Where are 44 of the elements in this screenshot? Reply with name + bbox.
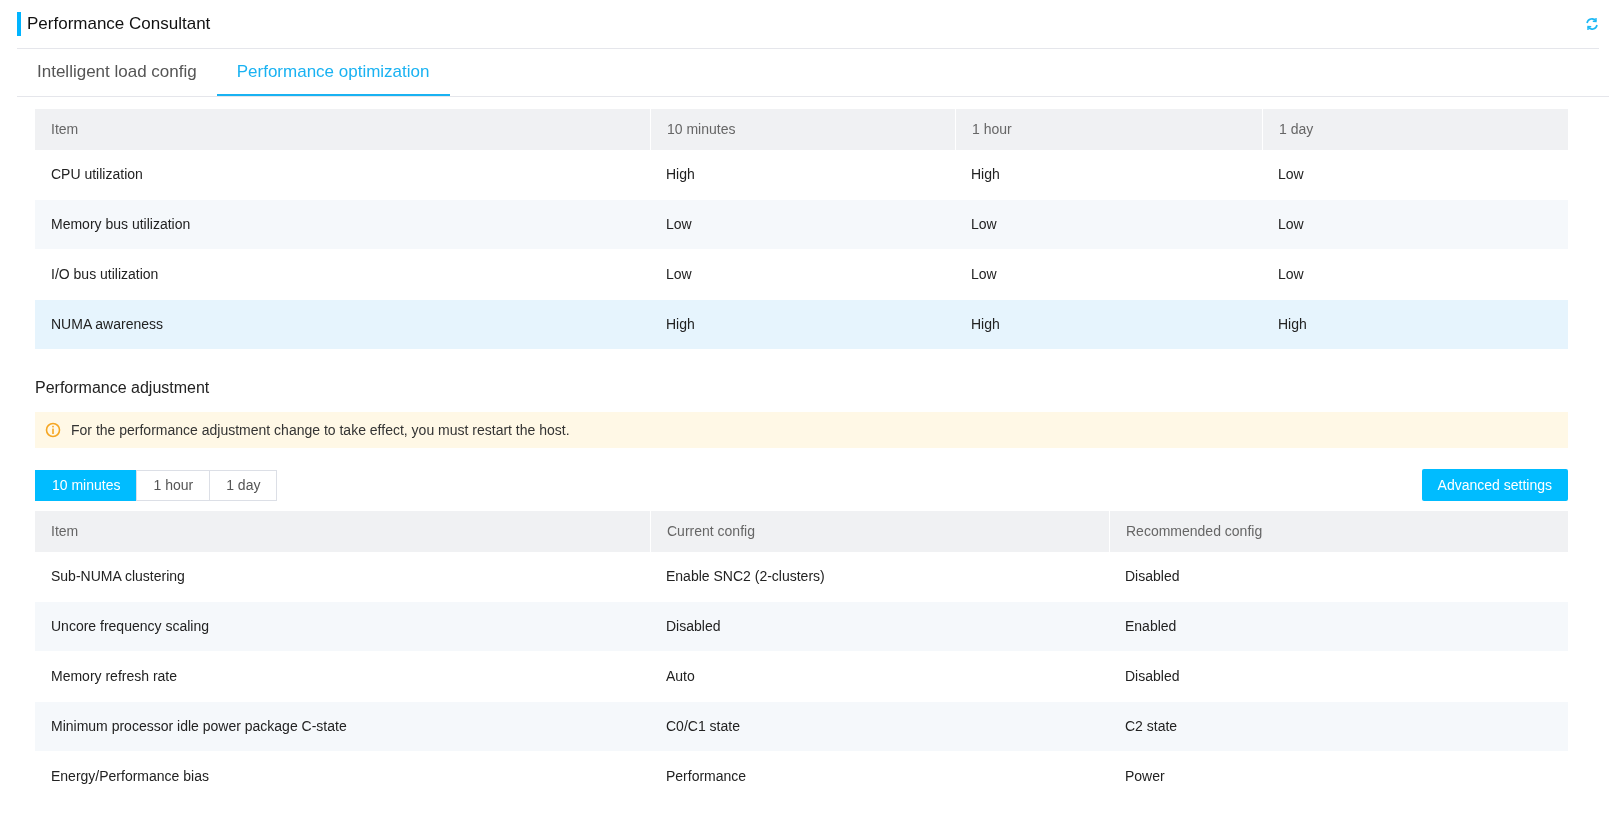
period-button[interactable]: 1 hour <box>136 469 211 501</box>
column-header: Item <box>50 120 80 139</box>
table-cell-text: Power <box>1124 767 1166 786</box>
table-cell-text: Low <box>970 215 998 234</box>
table-cell-text: Low <box>665 215 693 234</box>
refresh-icon[interactable] <box>1585 17 1599 31</box>
page-title: Performance Consultant <box>27 13 211 36</box>
table-cell-text: Energy/Performance bias <box>50 767 210 786</box>
table-cell-text: High <box>1277 315 1308 334</box>
table-row[interactable]: NUMA awareness High High High <box>35 300 1568 350</box>
table-cell-text: CPU utilization <box>50 165 144 184</box>
table-cell-text: High <box>970 315 1001 334</box>
table-cell-text: Performance <box>665 767 748 786</box>
table-cell-text: Sub-NUMA clustering <box>50 567 186 586</box>
table-cell-text: Disabled <box>1124 667 1181 686</box>
info-icon <box>45 422 61 438</box>
table-cell-text: Low <box>1277 165 1305 184</box>
table-cell-text: Low <box>970 265 998 284</box>
table-cell-text: High <box>970 165 1001 184</box>
table-cell-text: Disabled <box>1124 567 1181 586</box>
alert-message: For the performance adjustment change to take effect, you must restart the host. <box>71 420 570 440</box>
table-cell-text: Auto <box>665 667 696 686</box>
title-accent-bar <box>17 12 21 36</box>
table-cell-text: Minimum processor idle power package C-state <box>50 717 348 736</box>
tab[interactable]: Intelligent load config <box>17 49 217 96</box>
table-cell-text: High <box>665 315 696 334</box>
table-cell-text: Low <box>665 265 693 284</box>
table-cell-text: NUMA awareness <box>50 315 165 334</box>
table-cell-text: Memory bus utilization <box>50 215 192 234</box>
table-cell-text: Uncore frequency scaling <box>50 617 210 636</box>
table-cell-text: Enable SNC2 (2-clusters) <box>665 567 826 586</box>
column-header: Item <box>50 522 80 541</box>
table-cell-text: Low <box>1277 265 1305 284</box>
table-cell-text: Enabled <box>1124 617 1178 636</box>
table-cell-text: C0/C1 state <box>665 717 741 736</box>
period-button[interactable]: 1 day <box>209 469 278 501</box>
table-cell-text: I/O bus utilization <box>50 265 160 284</box>
table-row[interactable]: Memory bus utilization Low Low Low <box>35 200 1568 250</box>
section-title: Performance adjustment <box>35 378 211 398</box>
table-cell-text: Memory refresh rate <box>50 667 179 686</box>
table-cell-text: High <box>665 165 696 184</box>
table-cell-text: C2 state <box>1124 717 1179 736</box>
table-cell-text: Disabled <box>665 617 722 636</box>
table-cell-text: Low <box>1277 215 1305 234</box>
